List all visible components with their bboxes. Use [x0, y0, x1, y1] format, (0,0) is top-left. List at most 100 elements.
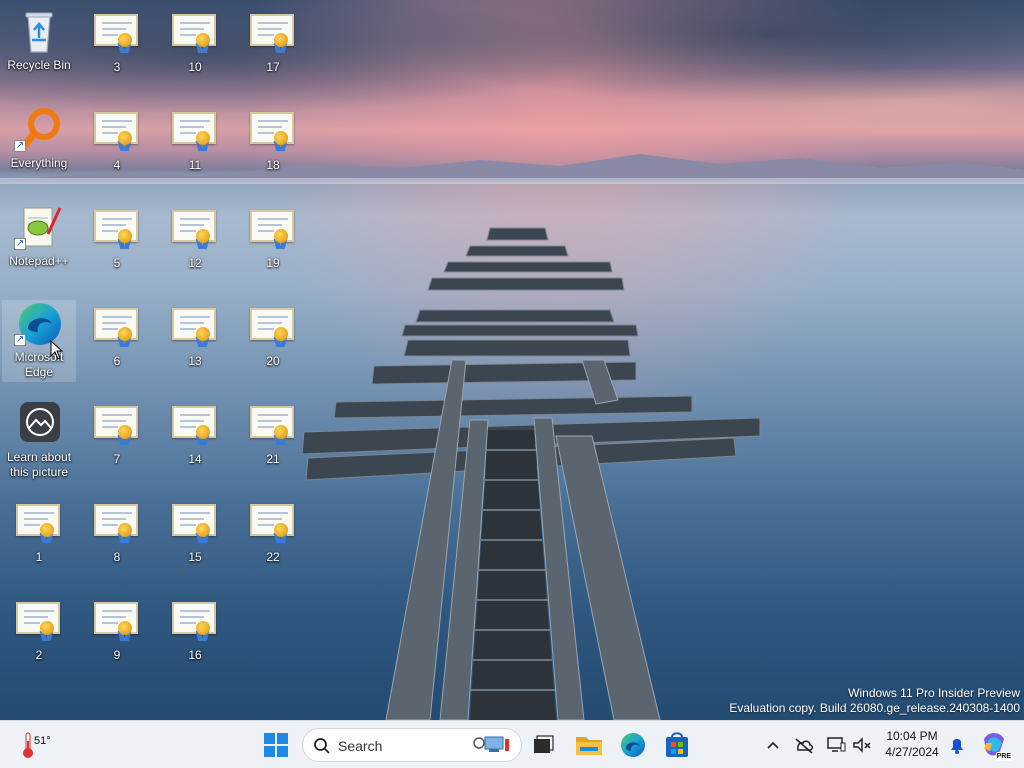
search-icon	[314, 738, 330, 754]
desktop-icon-microsoft-edge[interactable]: ↗ Microsoft Edge	[2, 300, 76, 382]
desktop-icon-label: 1	[35, 550, 43, 564]
certificate-icon	[170, 206, 220, 252]
desktop-icon-label: 13	[188, 354, 202, 368]
desktop-icon-label: 10	[188, 60, 202, 74]
watermark-line-2: Evaluation copy. Build 26080.ge_release.…	[729, 701, 1020, 715]
desktop-icon-label: 17	[266, 60, 280, 74]
notepad-plus-plus-icon: ↗	[14, 204, 64, 250]
certificate-icon	[170, 304, 220, 350]
show-hidden-icons-button[interactable]	[762, 733, 784, 757]
desktop-icon-certificate-20[interactable]: 20	[236, 304, 310, 369]
edge-taskbar-button[interactable]	[616, 729, 650, 761]
desktop[interactable]: Recycle Bin ↗ Everything ↗ Notepad++ ↗ M…	[0, 0, 1024, 720]
certificate-icon	[14, 598, 64, 644]
desktop-icon-certificate-3[interactable]: 3	[80, 10, 154, 75]
certificate-icon	[248, 108, 298, 154]
desktop-icon-everything[interactable]: ↗ Everything	[2, 106, 76, 171]
start-button[interactable]	[258, 729, 294, 761]
folder-icon	[576, 737, 602, 755]
recycle-bin-icon	[14, 8, 64, 54]
desktop-icon-certificate-7[interactable]: 7	[80, 402, 154, 467]
desktop-icon-certificate-14[interactable]: 14	[158, 402, 232, 467]
store-bag-icon	[666, 732, 688, 757]
cloud-offline-icon	[795, 738, 813, 754]
taskbar-search-box[interactable]: Search	[302, 728, 522, 762]
shortcut-arrow-icon: ↗	[14, 140, 26, 152]
certificate-icon	[248, 500, 298, 546]
certificate-icon	[248, 206, 298, 252]
desktop-icon-certificate-12[interactable]: 12	[158, 206, 232, 271]
desktop-icon-certificate-15[interactable]: 15	[158, 500, 232, 565]
desktop-icon-label: 20	[266, 354, 280, 368]
desktop-icon-label: 4	[113, 158, 121, 172]
weather-widget[interactable]: 51°	[14, 727, 64, 763]
desktop-icon-label: 7	[113, 452, 121, 466]
clock-date: 4/27/2024	[885, 745, 939, 759]
desktop-icon-certificate-4[interactable]: 4	[80, 108, 154, 173]
desktop-icon-label: 21	[266, 452, 280, 466]
certificate-icon	[170, 10, 220, 56]
desktop-icon-certificate-22[interactable]: 22	[236, 500, 310, 565]
desktop-icon-label: 6	[113, 354, 121, 368]
desktop-icon-certificate-2[interactable]: 2	[2, 598, 76, 663]
certificate-icon	[92, 206, 142, 252]
copilot-preview-badge: PRE	[995, 752, 1012, 761]
desktop-icon-label: 19	[266, 256, 280, 270]
desktop-icon-certificate-18[interactable]: 18	[236, 108, 310, 173]
desktop-icon-label: 5	[113, 256, 121, 270]
desktop-icon-label: Everything	[10, 156, 68, 170]
desktop-icon-certificate-17[interactable]: 17	[236, 10, 310, 75]
mouse-cursor-icon	[50, 340, 64, 360]
desktop-icon-label: 9	[113, 648, 121, 662]
desktop-icon-label: 16	[188, 648, 202, 662]
desktop-icon-label: 12	[188, 256, 202, 270]
bell-icon	[951, 739, 963, 754]
certificate-icon	[248, 10, 298, 56]
search-highlight-icon	[473, 736, 509, 752]
chevron-up-icon	[767, 741, 779, 749]
copilot-button[interactable]: PRE	[978, 729, 1012, 761]
shortcut-arrow-icon: ↗	[14, 238, 26, 250]
desktop-icon-certificate-9[interactable]: 9	[80, 598, 154, 663]
desktop-icon-certificate-6[interactable]: 6	[80, 304, 154, 369]
microsoft-store-button[interactable]	[660, 729, 694, 761]
desktop-icon-label: 14	[188, 452, 202, 466]
certificate-icon	[170, 500, 220, 546]
certificate-icon	[92, 598, 142, 644]
desktop-icon-certificate-16[interactable]: 16	[158, 598, 232, 663]
certificate-icon	[170, 402, 220, 448]
desktop-icon-label: Recycle Bin	[7, 58, 71, 72]
desktop-icon-certificate-5[interactable]: 5	[80, 206, 154, 271]
desktop-icon-label: 22	[266, 550, 280, 564]
desktop-icon-certificate-1[interactable]: 1	[2, 500, 76, 565]
desktop-icon-label: 11	[188, 158, 202, 172]
clock[interactable]: 10:04 PM 4/27/2024	[870, 728, 954, 760]
shortcut-arrow-icon: ↗	[14, 334, 26, 346]
desktop-icon-label: Notepad++	[9, 254, 69, 268]
desktop-icon-notepad-plus-plus[interactable]: ↗ Notepad++	[2, 204, 76, 269]
desktop-icon-certificate-8[interactable]: 8	[80, 500, 154, 565]
desktop-icon-certificate-19[interactable]: 19	[236, 206, 310, 271]
desktop-icon-certificate-11[interactable]: 11	[158, 108, 232, 173]
desktop-icon-certificate-13[interactable]: 13	[158, 304, 232, 369]
desktop-icon-label: 15	[188, 550, 202, 564]
onedrive-status[interactable]	[792, 733, 816, 757]
network-status[interactable]	[824, 733, 848, 757]
network-monitor-icon	[827, 737, 846, 752]
windows-logo-icon	[264, 733, 288, 757]
desktop-icon-recycle-bin[interactable]: Recycle Bin	[2, 8, 76, 73]
certificate-icon	[248, 304, 298, 350]
clock-time: 10:04 PM	[886, 729, 938, 743]
desktop-icon-label: Microsoft Edge	[14, 350, 64, 379]
certificate-icon	[92, 500, 142, 546]
desktop-icon-certificate-10[interactable]: 10	[158, 10, 232, 75]
notifications-button[interactable]	[946, 733, 968, 757]
certificate-icon	[92, 10, 142, 56]
certificate-icon	[14, 500, 64, 546]
desktop-icon-certificate-21[interactable]: 21	[236, 402, 310, 467]
certificate-icon	[92, 108, 142, 154]
file-explorer-button[interactable]	[572, 729, 606, 761]
watermark-line-1: Windows 11 Pro Insider Preview	[848, 686, 1020, 700]
desktop-icon-learn-about-this-picture[interactable]: Learn about this picture	[2, 400, 76, 480]
task-view-button[interactable]	[528, 729, 558, 761]
